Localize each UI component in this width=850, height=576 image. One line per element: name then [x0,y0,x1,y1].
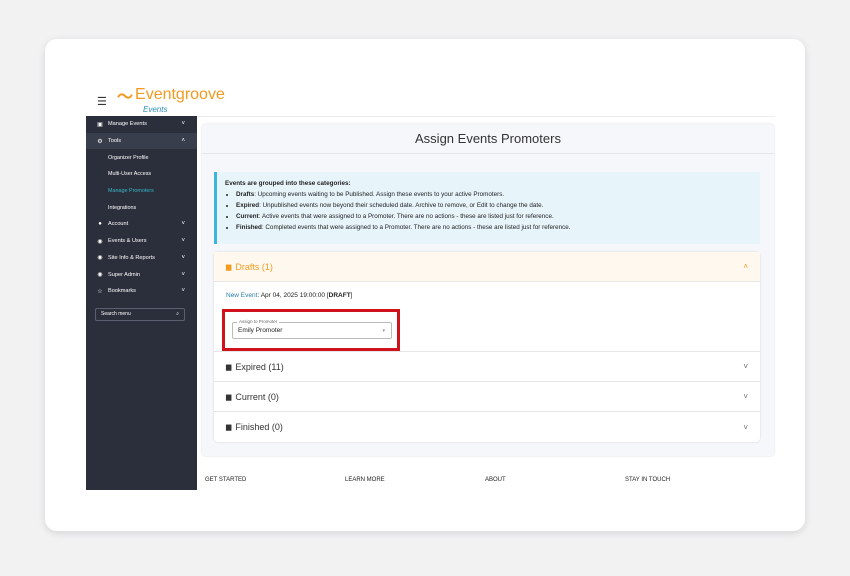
footer: GET STARTED LEARN MORE ABOUT STAY IN TOU… [205,477,765,491]
sidebar-item-label: Account [108,221,129,228]
info-term: Drafts [236,191,255,198]
chevron-down-icon: ˅ [181,238,185,245]
info-item: Finished: Completed events that were ass… [236,222,752,233]
sidebar-item-label: Super Admin [108,271,141,278]
info-text: : Completed events that were assigned to… [261,224,571,231]
main-panel: Assign Events Promoters Events are group… [202,124,774,456]
sidebar-item-label: Manage Events [108,121,147,128]
chevron-down-icon: ˅ [743,392,748,401]
logo-name: Eventgroove [135,86,225,103]
image-icon: ▆ [226,424,232,431]
screenshot-card: ☰ 〜 Eventgroove Events ▣ Manage Events ˅… [45,39,805,531]
footer-learn-more[interactable]: LEARN MORE [345,477,485,491]
chevron-up-icon: ˄ [181,138,185,145]
assign-promoter-label: Assign to Promoter [237,319,280,324]
info-term: Expired [236,202,260,209]
caret-down-icon: ▾ [382,328,385,334]
chevron-down-icon: ˅ [743,422,748,432]
logo-subtitle: Events [143,105,168,114]
info-text: : Unpublished events now beyond their sc… [259,202,544,209]
section-expired-header[interactable]: ▆ Expired (11) ˅ [214,352,760,382]
search-icon: ⌕ [176,311,179,318]
event-date: : Apr 04, 2025 19:00:00 [ [257,292,329,299]
sidebar-item-account[interactable]: ● Account ˅ [86,216,197,233]
section-label: Current (0) [235,391,279,402]
draft-event-line: New Event: Apr 04, 2025 19:00:00 [DRAFT] [226,292,352,299]
section-label: Expired (11) [235,361,284,372]
info-heading: Events are grouped into these categories… [225,180,351,187]
chevron-up-icon: ˄ [743,262,748,271]
footer-stay-in-touch[interactable]: STAY IN TOUCH [625,477,765,491]
info-term: Current [236,213,259,220]
event-status-close: ] [350,292,353,299]
page-title: Assign Events Promoters [202,124,774,154]
chevron-down-icon: ˅ [181,288,185,295]
chart-icon: ◉ [97,255,103,262]
search-menu-input[interactable]: Search menu ⌕ [95,307,185,321]
sidebar-item-label: Tools [108,138,122,145]
sidebar-subitem-organizer-profile[interactable]: Organizer Profile [86,149,197,166]
top-bar: ☰ 〜 Eventgroove Events [87,79,775,117]
sidebar-item-label: Bookmarks [108,288,136,295]
sidebar-item-super-admin[interactable]: ◉ Super Admin ˅ [86,266,197,283]
admin-icon: ◉ [97,272,103,279]
users-icon: ◉ [97,238,103,245]
sidebar-item-label: Events & Users [108,238,147,245]
events-accordion: ▆ Drafts (1) ˄ New Event: Apr 04, 2025 1… [214,252,760,442]
gear-icon: ⚙ [97,138,103,145]
event-status: DRAFT [328,292,351,299]
logo-wave-icon: 〜 [117,89,134,106]
footer-get-started[interactable]: GET STARTED [205,477,345,491]
sidebar-item-bookmarks[interactable]: ☆ Bookmarks ˅ [86,283,197,300]
info-list: Drafts: Upcoming events waiting to be Pu… [225,189,752,233]
sidebar-item-manage-events[interactable]: ▣ Manage Events ˅ [86,116,197,133]
sidebar-subitem-manage-promoters[interactable]: Manage Promoters [86,183,197,200]
info-item: Expired: Unpublished events now beyond t… [236,200,752,211]
chevron-down-icon: ˅ [181,121,185,128]
info-item: Drafts: Upcoming events waiting to be Pu… [236,189,752,200]
info-text: : Active events that were assigned to a … [258,213,554,220]
calendar-icon: ▣ [97,121,103,128]
logo[interactable]: 〜 Eventgroove Events [117,83,225,114]
assign-promoter-select[interactable]: Assign to Promoter Emily Promoter ▾ [232,319,392,339]
sidebar-item-tools[interactable]: ⚙ Tools ˄ [86,132,197,150]
section-label: Finished (0) [235,422,283,432]
section-finished-header[interactable]: ▆ Finished (0) ˅ [214,412,760,442]
star-icon: ☆ [97,288,103,295]
info-term: Finished [236,224,262,231]
sidebar-subitem-multi-user-access[interactable]: Multi-User Access [86,166,197,183]
image-icon: ▆ [226,263,232,271]
chevron-down-icon: ˅ [181,254,185,261]
sidebar-item-label: Site Info & Reports [108,254,155,261]
search-menu-placeholder: Search menu [101,311,131,318]
section-label: Drafts (1) [235,261,273,272]
info-box: Events are grouped into these categories… [214,172,760,244]
section-drafts-body: New Event: Apr 04, 2025 19:00:00 [DRAFT]… [214,282,760,352]
image-icon: ▆ [226,363,232,371]
image-icon: ▆ [226,393,232,401]
section-current-header[interactable]: ▆ Current (0) ˅ [214,382,760,412]
chevron-down-icon: ˅ [743,362,748,371]
assign-promoter-value: Emily Promoter [238,327,283,334]
info-item: Current: Active events that were assigne… [236,211,752,222]
hamburger-icon[interactable]: ☰ [97,95,107,108]
user-circle-icon: ● [98,221,102,228]
section-drafts-header[interactable]: ▆ Drafts (1) ˄ [214,252,760,282]
chevron-down-icon: ˅ [181,271,185,278]
sidebar: ▣ Manage Events ˅ ⚙ Tools ˄ Organizer Pr… [86,116,197,490]
sidebar-item-site-info-reports[interactable]: ◉ Site Info & Reports ˅ [86,250,197,267]
chevron-down-icon: ˅ [181,221,185,228]
sidebar-item-events-users[interactable]: ◉ Events & Users ˅ [86,233,197,250]
highlight-box: Assign to Promoter Emily Promoter ▾ [222,309,400,351]
info-text: : Upcoming events waiting to be Publishe… [254,191,505,198]
event-link[interactable]: New Event [226,292,257,299]
sidebar-subitem-integrations[interactable]: Integrations [86,199,197,216]
footer-about[interactable]: ABOUT [485,477,625,491]
